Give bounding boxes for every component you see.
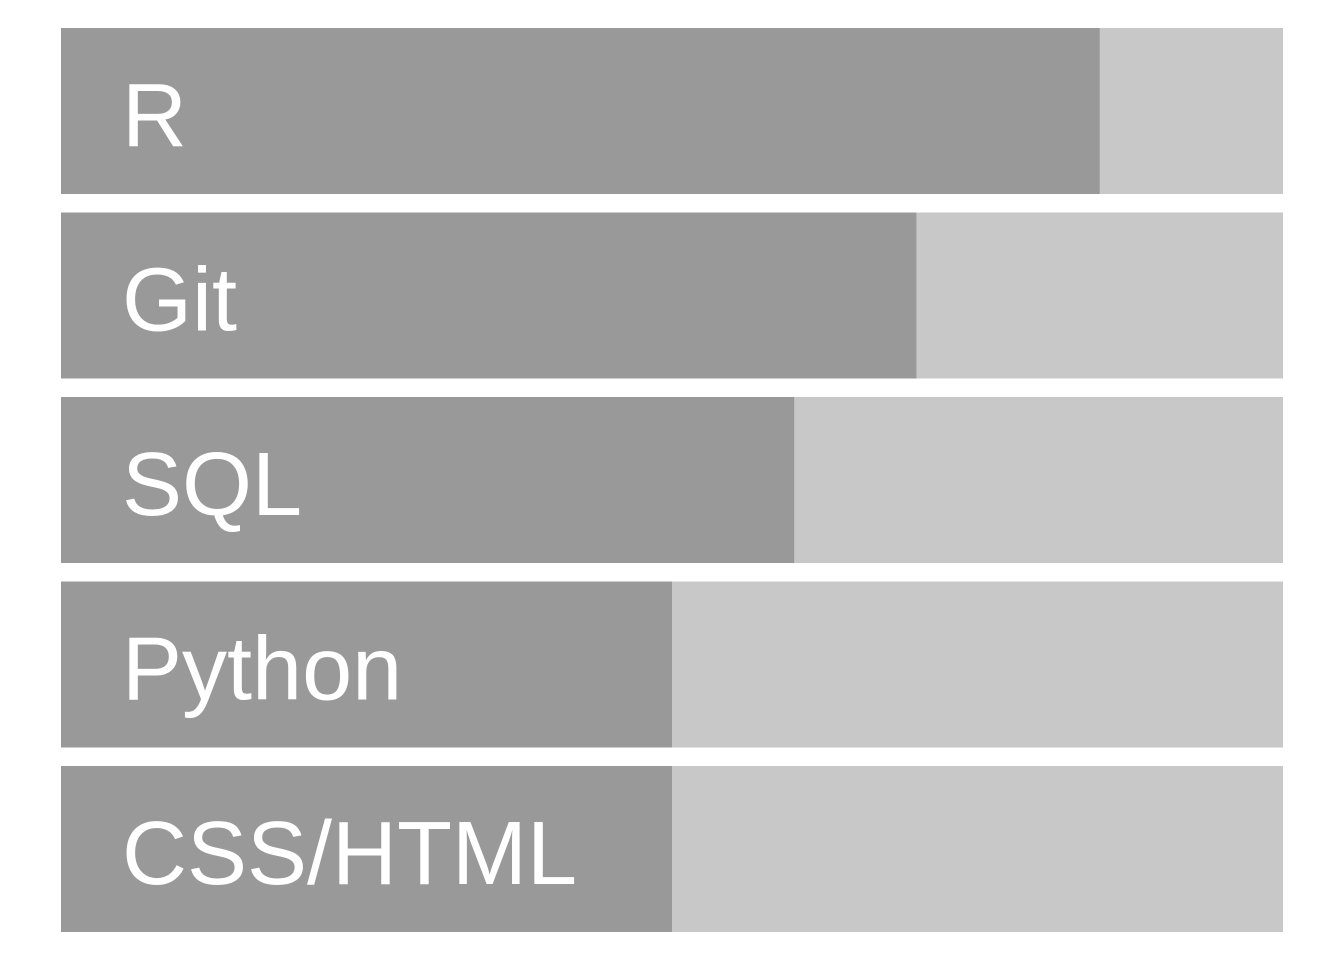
skill-bar-r: R — [61, 28, 1283, 194]
skill-bar-css-html: CSS/HTML — [61, 766, 1283, 932]
skill-bar-sql: SQL — [61, 397, 1283, 563]
bar-label: CSS/HTML — [122, 804, 577, 904]
bar-label: Python — [122, 620, 402, 720]
bar-fill — [61, 28, 1100, 194]
skill-bar-git: Git — [61, 212, 1283, 379]
bar-label: Git — [122, 251, 237, 351]
bar-label: SQL — [122, 435, 302, 535]
bar-label: R — [122, 66, 187, 166]
skill-bar-python: Python — [61, 581, 1283, 748]
skills-bar-chart: R Git SQL Python CSS/HTML — [61, 28, 1283, 932]
